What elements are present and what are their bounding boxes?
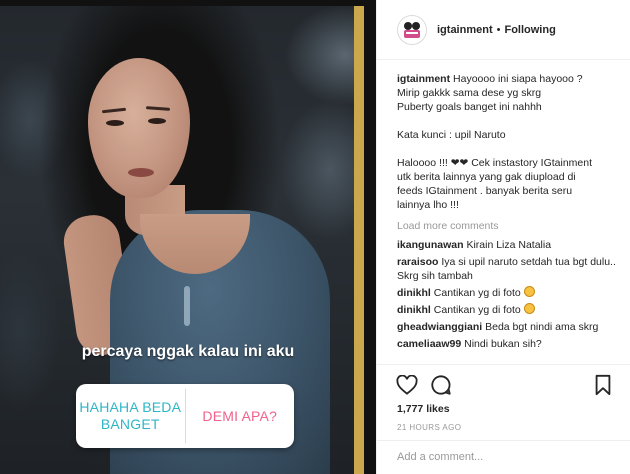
- caption-line-blank: [397, 114, 622, 128]
- caption-line: lainnya lho !!!: [397, 199, 459, 211]
- following-button[interactable]: Following: [504, 24, 555, 36]
- caption-line: Puberty goals banget ini nahhh: [397, 101, 542, 113]
- post-photo[interactable]: percaya nggak kalau ini aku HAHAHA BEDA …: [0, 0, 376, 474]
- photo-frame-edge: [364, 0, 376, 474]
- caption-line: utk berita lainnya yang gak diupload di: [397, 171, 576, 183]
- comment-text: Nindi bukan sih?: [464, 338, 542, 350]
- comment-text: Beda bgt nindi ama skrg: [485, 321, 599, 333]
- comment-username[interactable]: raraisoo: [397, 256, 438, 268]
- caption-username[interactable]: igtainment: [397, 73, 450, 85]
- likes-count[interactable]: 1,777 likes: [397, 403, 615, 415]
- caption-line: Mirip gakkk sama dese yg skrg: [397, 87, 542, 99]
- comment-item: dinikhl Cantikan yg di foto: [397, 303, 622, 317]
- post-sidebar: igtainment • Following igtainment Hayooo…: [376, 0, 630, 474]
- bookmark-icon[interactable]: [591, 373, 615, 397]
- igtainment-logo-icon: [401, 19, 423, 41]
- comments-list[interactable]: igtainment Hayoooo ini siapa hayooo ? Mi…: [397, 72, 622, 362]
- action-icons-row: [395, 371, 615, 399]
- comment-username[interactable]: cameliaaw99: [397, 338, 461, 350]
- header-username[interactable]: igtainment: [437, 24, 493, 36]
- avatar[interactable]: [397, 14, 427, 45]
- comment-item: dinikhl Cantikan yg di foto: [397, 286, 622, 300]
- poll-option-a[interactable]: HAHAHA BEDA BANGET: [76, 384, 185, 448]
- comment-icon[interactable]: [429, 373, 453, 397]
- post-caption: igtainment Hayoooo ini siapa hayooo ? Mi…: [397, 72, 622, 212]
- caption-line-blank: [397, 142, 622, 156]
- comment-username[interactable]: dinikhl: [397, 304, 431, 316]
- heart-icon[interactable]: [395, 373, 419, 397]
- post-timestamp[interactable]: 21 HOURS AGO: [397, 423, 615, 432]
- post-header: igtainment • Following: [377, 0, 630, 60]
- comment-username[interactable]: gheadwianggiani: [397, 321, 482, 333]
- photo-frame-top: [0, 0, 376, 6]
- comment-item: raraisoo Iya si upil naruto setdah tua b…: [397, 255, 622, 283]
- comment-text: Kirain Liza Natalia: [466, 239, 552, 251]
- comment-text: Cantikan yg di foto: [433, 287, 521, 299]
- story-poll: HAHAHA BEDA BANGET DEMI APA?: [76, 384, 294, 448]
- post-actions: 1,777 likes 21 HOURS AGO: [377, 364, 630, 432]
- add-comment-input[interactable]: Add a comment...: [377, 440, 630, 474]
- header-separator: •: [496, 23, 501, 36]
- caption-line: Haloooo !!! ❤❤ Cek instastory IGtainment: [397, 157, 593, 169]
- caption-line: Kata kunci : upil Naruto: [397, 129, 506, 141]
- comment-username[interactable]: dinikhl: [397, 287, 431, 299]
- comment-item: cameliaaw99 Nindi bukan sih?: [397, 337, 622, 351]
- story-overlay-text: percaya nggak kalau ini aku: [81, 343, 295, 360]
- load-more-comments-link[interactable]: Load more comments: [397, 220, 622, 232]
- comment-username[interactable]: ikangunawan: [397, 239, 464, 251]
- comment-item: ikangunawan Kirain Liza Natalia: [397, 238, 622, 252]
- comment-item: gheadwianggiani Beda bgt nindi ama skrg: [397, 320, 622, 334]
- laughing-face-emoji-icon: [523, 286, 535, 297]
- post-view: percaya nggak kalau ini aku HAHAHA BEDA …: [0, 0, 630, 474]
- caption-line: feeds IGtainment . banyak berita seru: [397, 185, 573, 197]
- caption-line: Hayoooo ini siapa hayooo ?: [453, 73, 583, 85]
- comment-text: Cantikan yg di foto: [433, 304, 521, 316]
- poll-option-b[interactable]: DEMI APA?: [186, 384, 295, 448]
- laughing-face-emoji-icon: [523, 303, 535, 314]
